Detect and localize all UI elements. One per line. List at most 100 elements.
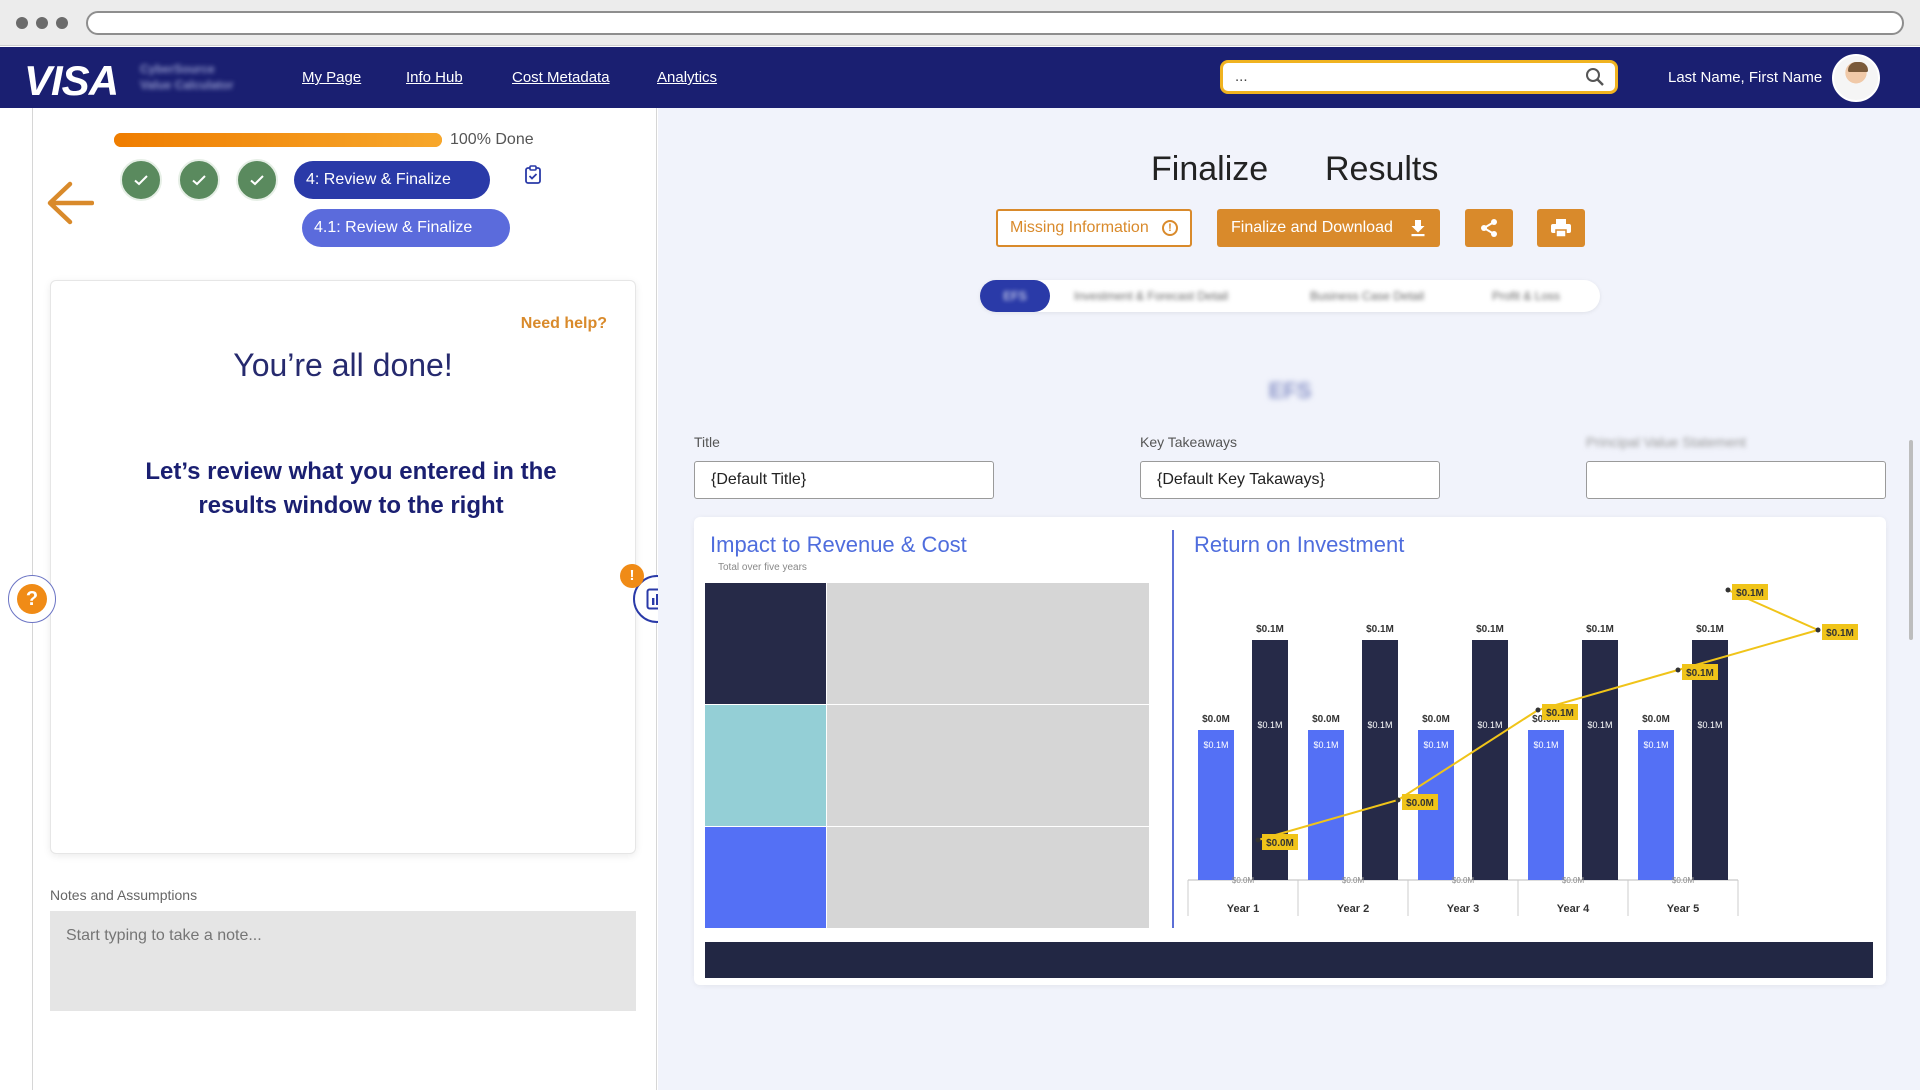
roi-category-label: Year 2 bbox=[1337, 903, 1369, 915]
user-name[interactable]: Last Name, First Name bbox=[1668, 69, 1822, 86]
info-icon: ! bbox=[1162, 220, 1178, 236]
need-help-link[interactable]: Need help? bbox=[521, 315, 607, 333]
roi-bar-value-label: $0.1M bbox=[1366, 624, 1394, 635]
completion-title: You’re all done! bbox=[233, 347, 453, 383]
brand-subtitle-line: CyberSource bbox=[140, 62, 215, 76]
window-minimize-dot[interactable] bbox=[36, 17, 48, 29]
treemap-cell[interactable] bbox=[705, 705, 826, 826]
roi-bar-value-label: $0.0M bbox=[1422, 714, 1450, 725]
address-bar[interactable] bbox=[86, 11, 1904, 35]
roi-line-point bbox=[1725, 587, 1731, 593]
tab-finalize[interactable]: Finalize bbox=[1151, 150, 1268, 189]
roi-line-point bbox=[1675, 667, 1681, 673]
finalize-download-button[interactable]: Finalize and Download bbox=[1217, 209, 1440, 247]
roi-bar bbox=[1198, 730, 1234, 880]
step-3-complete-icon[interactable] bbox=[236, 159, 278, 201]
roi-bar bbox=[1362, 640, 1398, 880]
top-navbar: VISA CyberSource Value Calculator My Pag… bbox=[0, 47, 1920, 108]
current-step-pill[interactable]: 4: Review & Finalize bbox=[294, 161, 490, 199]
roi-category-label: Year 3 bbox=[1447, 903, 1479, 915]
roi-category-label: Year 1 bbox=[1227, 903, 1259, 915]
brand-subtitle-line: Value Calculator bbox=[140, 78, 234, 92]
alert-badge: ! bbox=[620, 564, 644, 588]
sub-tab-profit-loss[interactable]: Profit & Loss bbox=[1492, 280, 1560, 312]
chart-divider bbox=[1172, 530, 1174, 928]
roi-bar-value-label: $0.1M bbox=[1256, 624, 1284, 635]
finalize-download-label: Finalize and Download bbox=[1231, 219, 1393, 236]
title-input[interactable] bbox=[694, 461, 994, 499]
nav-analytics[interactable]: Analytics bbox=[657, 69, 717, 86]
share-button[interactable] bbox=[1465, 209, 1513, 247]
impact-chart-subtitle: Total over five years bbox=[718, 562, 807, 573]
notes-input[interactable] bbox=[50, 911, 636, 1011]
treemap-cell[interactable] bbox=[827, 827, 1149, 928]
roi-line-label: $0.1M bbox=[1736, 588, 1764, 599]
roi-bar-inner-label: $0.1M bbox=[1367, 720, 1392, 730]
roi-line-label: $0.1M bbox=[1686, 668, 1714, 679]
printer-icon bbox=[1551, 219, 1571, 238]
sub-tab-business-case[interactable]: Business Case Detail bbox=[1310, 280, 1424, 312]
roi-bar-value-label: $0.1M bbox=[1696, 624, 1724, 635]
roi-bar-inner-label: $0.1M bbox=[1533, 740, 1558, 750]
roi-bar-inner-label: $0.1M bbox=[1313, 740, 1338, 750]
value-statement-input[interactable] bbox=[1586, 461, 1886, 499]
search-box bbox=[1220, 60, 1618, 94]
download-icon bbox=[1411, 220, 1425, 237]
title-label: Title bbox=[694, 434, 720, 450]
help-button[interactable]: ? bbox=[8, 575, 56, 623]
treemap-cell[interactable] bbox=[705, 827, 826, 928]
print-button[interactable] bbox=[1537, 209, 1585, 247]
section-heading: EFS bbox=[1268, 378, 1312, 403]
progress-label: 100% Done bbox=[450, 131, 534, 148]
roi-bar bbox=[1638, 730, 1674, 880]
completion-card: Need help? You’re all done! Let’s review… bbox=[50, 280, 636, 854]
step-2-complete-icon[interactable] bbox=[178, 159, 220, 201]
window-maximize-dot[interactable] bbox=[56, 17, 68, 29]
results-sub-tabs: EFS Investment & Forecast Detail Busines… bbox=[980, 280, 1600, 312]
avatar[interactable] bbox=[1832, 54, 1880, 102]
roi-chart: $0.0M $0.1M $0.1M $0.1M $0.0M Year 1 $0.0M $0.1… bbox=[1187, 584, 1858, 916]
roi-bottom-label: $0.0M bbox=[1342, 876, 1365, 885]
share-icon bbox=[1481, 219, 1497, 237]
back-arrow-icon[interactable] bbox=[44, 180, 95, 231]
roi-bar bbox=[1472, 640, 1508, 880]
nav-cost-metadata[interactable]: Cost Metadata bbox=[512, 69, 610, 86]
nav-my-page[interactable]: My Page bbox=[302, 69, 361, 86]
roi-bottom-label: $0.0M bbox=[1562, 876, 1585, 885]
sub-tab-investment-forecast[interactable]: Investment & Forecast Detail bbox=[1074, 280, 1228, 312]
chart-footer-bar bbox=[705, 942, 1873, 978]
roi-bar-inner-label: $0.1M bbox=[1203, 740, 1228, 750]
missing-information-button[interactable]: Missing Information ! bbox=[996, 209, 1192, 247]
sub-tab-efs-label: EFS bbox=[1003, 289, 1027, 303]
window-close-dot[interactable] bbox=[16, 17, 28, 29]
tab-results[interactable]: Results bbox=[1325, 150, 1438, 189]
key-takeaways-label: Key Takeaways bbox=[1140, 434, 1238, 450]
roi-bottom-label: $0.0M bbox=[1672, 876, 1695, 885]
progress-bar-fill bbox=[114, 133, 442, 147]
search-icon[interactable] bbox=[1585, 67, 1605, 92]
current-substep-pill[interactable]: 4.1: Review & Finalize bbox=[302, 209, 510, 247]
impact-treemap bbox=[705, 583, 1149, 928]
scrollbar-thumb[interactable] bbox=[1909, 440, 1913, 640]
roi-bar bbox=[1528, 730, 1564, 880]
treemap-cell[interactable] bbox=[827, 705, 1149, 826]
roi-line-label: $0.1M bbox=[1546, 708, 1574, 719]
roi-bar-inner-label: $0.1M bbox=[1643, 740, 1668, 750]
roi-bar-inner-label: $0.1M bbox=[1697, 720, 1722, 730]
roi-line-point bbox=[1815, 627, 1821, 633]
treemap-cell[interactable] bbox=[827, 583, 1149, 704]
nav-info-hub[interactable]: Info Hub bbox=[406, 69, 463, 86]
sub-tab-efs[interactable]: EFS bbox=[980, 280, 1050, 312]
roi-category-label: Year 5 bbox=[1667, 903, 1699, 915]
clipboard-icon[interactable] bbox=[522, 164, 544, 186]
roi-line-label: $0.1M bbox=[1826, 628, 1854, 639]
completion-message: Let’s review what you entered in the res… bbox=[145, 458, 557, 519]
search-input[interactable] bbox=[1235, 68, 1575, 85]
value-statement-label: Principal Value Statement bbox=[1586, 434, 1747, 450]
treemap-cell[interactable] bbox=[705, 583, 826, 704]
step-1-complete-icon[interactable] bbox=[120, 159, 162, 201]
roi-line-label: $0.0M bbox=[1406, 798, 1434, 809]
key-takeaways-input[interactable] bbox=[1140, 461, 1440, 499]
visa-logo[interactable]: VISA bbox=[24, 57, 119, 105]
roi-bar-value-label: $0.0M bbox=[1642, 714, 1670, 725]
